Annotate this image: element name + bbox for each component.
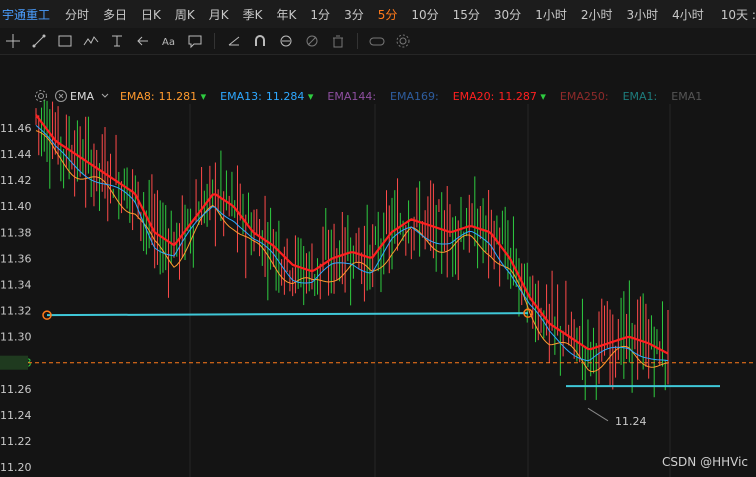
low-annotation: 11.24: [615, 415, 647, 428]
y-tick-label: 11.24: [0, 409, 32, 422]
timeframe-tab[interactable]: 15分: [446, 6, 487, 23]
timeframe-tab[interactable]: 5分: [371, 6, 405, 23]
y-tick-label: 11.20: [0, 461, 32, 474]
divider: [357, 33, 358, 49]
stock-title[interactable]: 宇通重工: [0, 6, 58, 23]
timeframe-bar: 宇通重工 分时 多日 日K 周K 月K 季K 年K 1分 3分 5分 10分 15分 30分 1小时 2小时…: [0, 0, 756, 29]
settings-icon[interactable]: [392, 30, 414, 52]
timeframe-tab[interactable]: 多日: [96, 6, 134, 23]
comment-icon[interactable]: [184, 30, 206, 52]
y-tick-label: 11.34: [0, 278, 32, 291]
ruler-icon[interactable]: [223, 30, 245, 52]
y-tick-label: 11.26: [0, 383, 32, 396]
range-dropdown[interactable]: 10天 : 日K: [717, 6, 756, 23]
toggle-icon[interactable]: [366, 30, 388, 52]
y-tick-label: 11.38: [0, 226, 32, 239]
range-label: 10天 : 日K: [720, 7, 756, 22]
timeframe-tab[interactable]: 30分: [487, 6, 528, 23]
text-icon[interactable]: Aa: [158, 30, 180, 52]
timeframe-tab[interactable]: 分时: [58, 6, 96, 23]
timeframe-tab[interactable]: 1分: [303, 6, 337, 23]
price-chart[interactable]: 11.46 11.44 11.42 11.40 11.38 11.36 11.34 11.32…: [0, 54, 756, 477]
ema13-line: [35, 125, 669, 362]
timeframe-tab[interactable]: 年K: [270, 6, 304, 23]
timeframe-tab[interactable]: 10分: [404, 6, 445, 23]
y-tick-label: 11.46: [0, 122, 32, 135]
timeframe-tab[interactable]: 1小时: [528, 6, 574, 23]
ema8-line: [35, 130, 669, 372]
timeframe-tab[interactable]: 2小时: [574, 6, 620, 23]
y-tick-label: 11.30: [0, 331, 32, 344]
timeframe-tab[interactable]: 4小时: [665, 6, 711, 23]
ema20-line: [35, 114, 669, 355]
current-price-tag: [0, 355, 28, 370]
y-tick-label: 11.42: [0, 174, 32, 187]
crosshair-icon[interactable]: [2, 30, 24, 52]
svg-text:Aa: Aa: [162, 37, 175, 48]
wave-icon[interactable]: [80, 30, 102, 52]
timeframe-list: 分时 多日 日K 周K 月K 季K 年K 1分 3分 5分 10分 15分 30分 1小时 2小时 3小时 4小…: [58, 6, 711, 23]
annotation-leader: [587, 407, 609, 422]
timeframe-tab[interactable]: 月K: [202, 6, 236, 23]
y-tick-label: 11.44: [0, 148, 32, 161]
timeframe-tab[interactable]: 3小时: [619, 6, 665, 23]
y-tick-label: 11.40: [0, 200, 32, 213]
y-tick-label: 11.32: [0, 305, 32, 318]
rectangle-icon[interactable]: [54, 30, 76, 52]
magnet-icon[interactable]: [249, 30, 271, 52]
watermark: CSDN @HHVic: [662, 455, 748, 469]
text-anchor-icon[interactable]: [106, 30, 128, 52]
divider: [214, 33, 215, 49]
trash-icon[interactable]: [327, 30, 349, 52]
support-line: [46, 312, 529, 317]
timeframe-tab[interactable]: 周K: [168, 6, 202, 23]
timeframe-tab[interactable]: 3分: [337, 6, 371, 23]
hide-icon[interactable]: [301, 30, 323, 52]
timeframe-tab[interactable]: 日K: [134, 6, 168, 23]
y-tick-label: 11.22: [0, 435, 32, 448]
trendline-icon[interactable]: [28, 30, 50, 52]
timeframe-tab[interactable]: 季K: [236, 6, 270, 23]
y-tick-label: 11.36: [0, 252, 32, 265]
arrow-left-icon[interactable]: [132, 30, 154, 52]
drawing-toolbar: Aa: [0, 28, 756, 55]
link-icon[interactable]: [275, 30, 297, 52]
